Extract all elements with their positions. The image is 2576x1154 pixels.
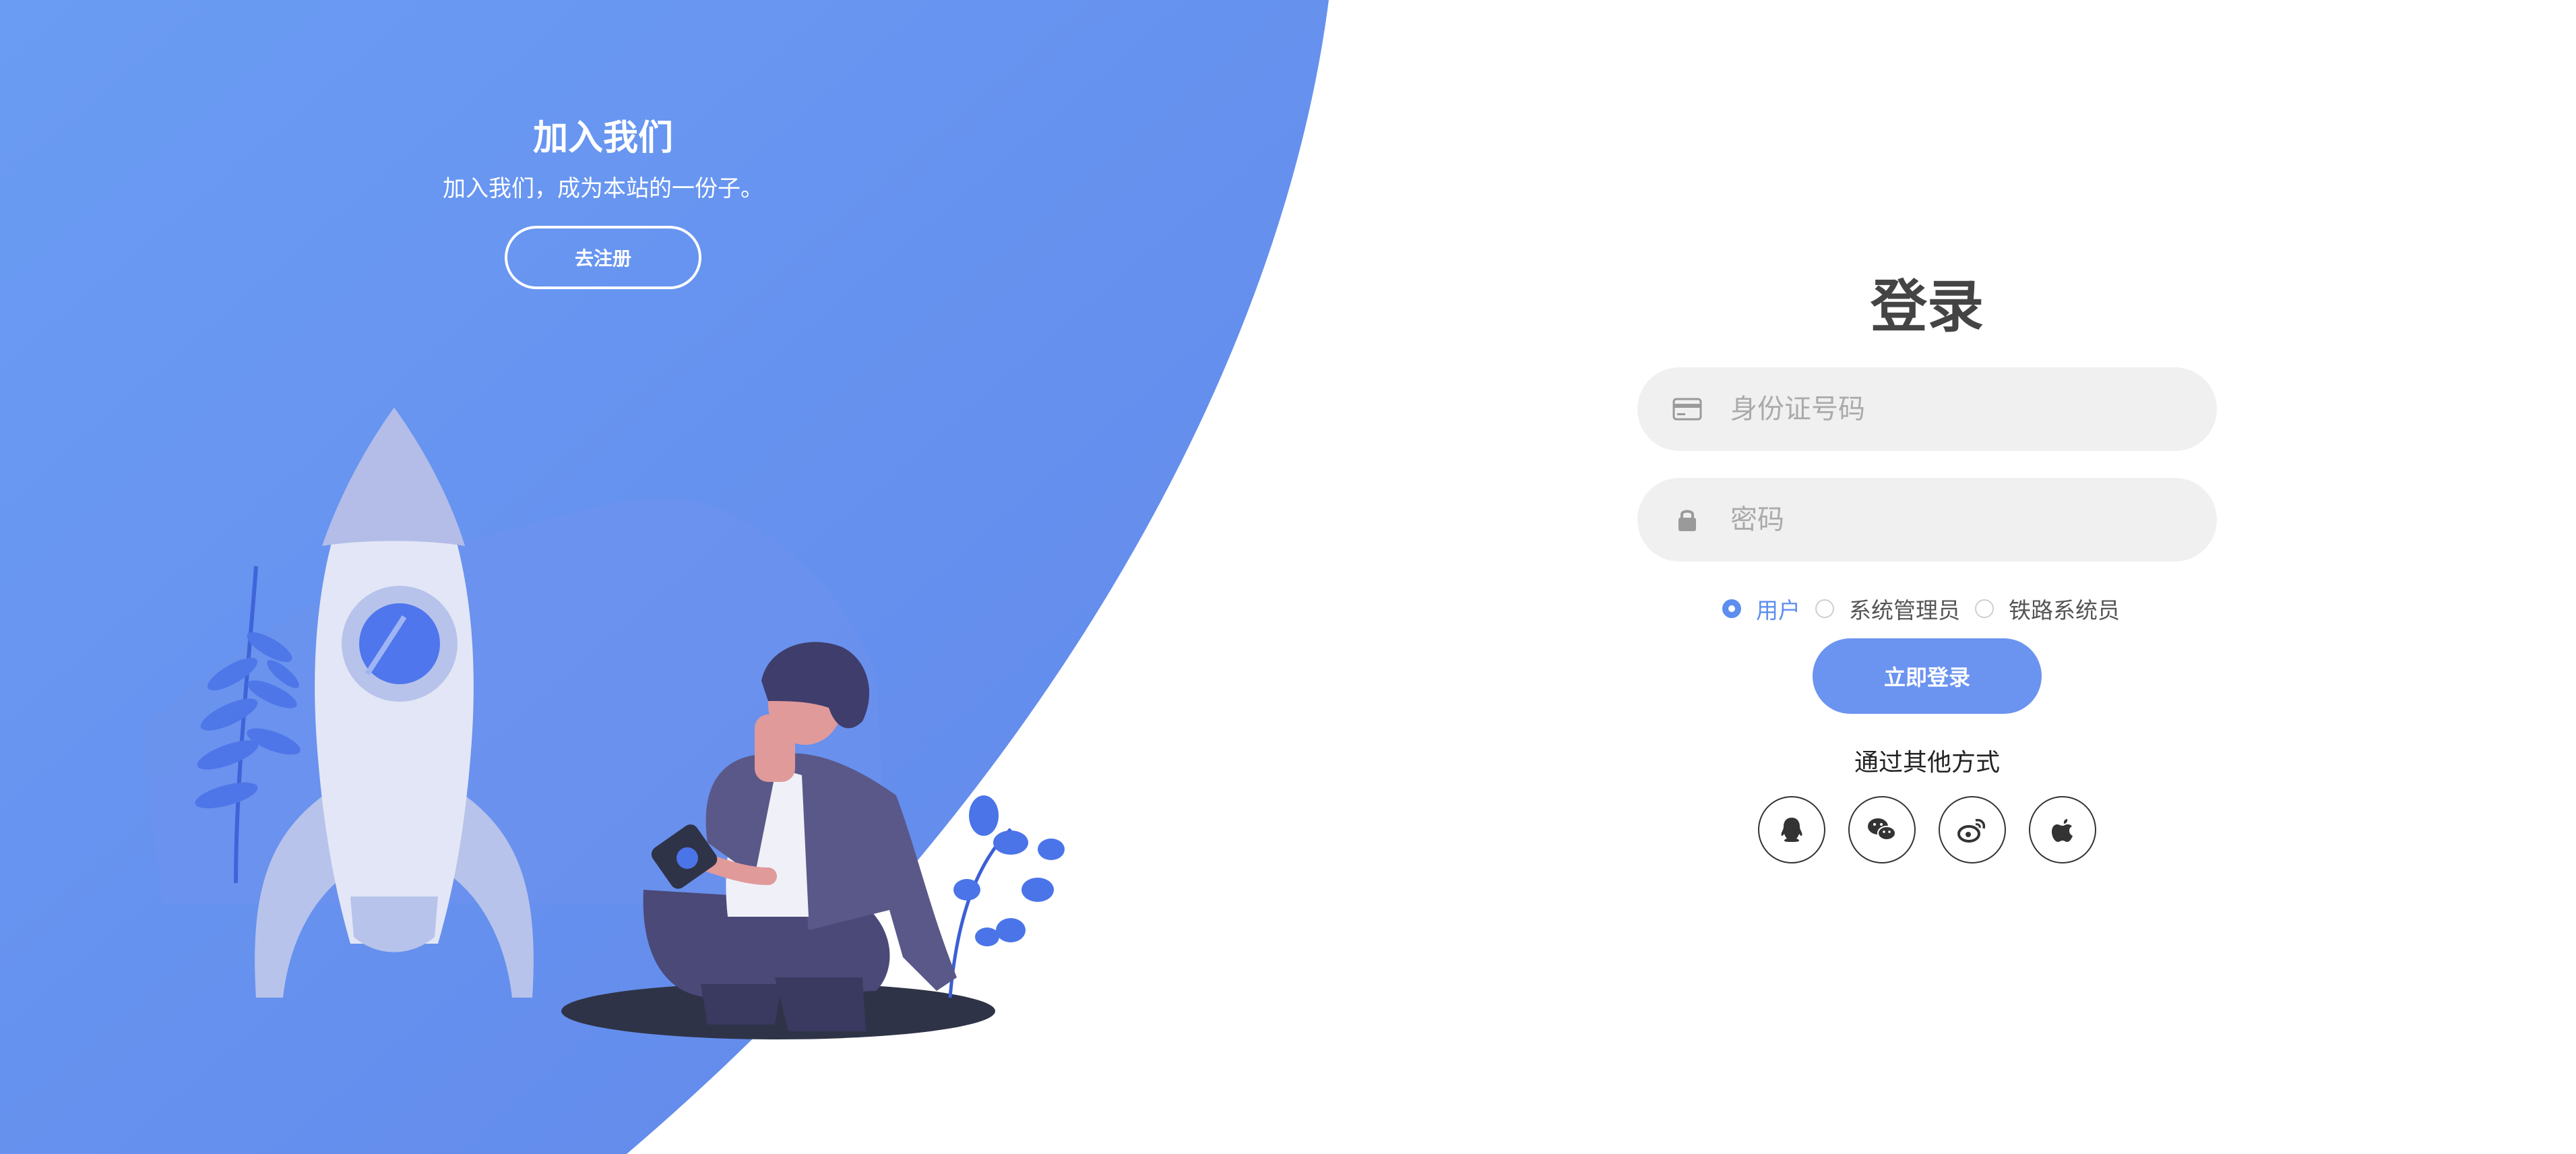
password-input[interactable]: [1729, 477, 2217, 562]
weibo-login-button[interactable]: [1939, 796, 2006, 863]
radio-admin[interactable]: [1815, 599, 1834, 618]
id-card-icon: [1672, 394, 1702, 424]
weibo-icon: [1957, 818, 1986, 843]
role-label-railway: 铁路系统员: [2009, 597, 2120, 624]
role-option-user[interactable]: 用户: [1722, 593, 1813, 625]
apple-icon: [2052, 819, 2073, 842]
role-label-admin: 系统管理员: [1849, 597, 1960, 624]
radio-railway[interactable]: [1975, 599, 1994, 618]
login-form: 登录 用户 系统管理员 铁路系: [1637, 266, 2217, 863]
qq-icon: [1781, 818, 1802, 842]
apple-login-button[interactable]: [2029, 796, 2096, 863]
rocket-illustration: [142, 408, 1065, 1039]
other-methods-title: 通过其他方式: [1854, 749, 2000, 777]
register-button[interactable]: 去注册: [505, 226, 701, 289]
role-option-railway[interactable]: 铁路系统员: [1972, 593, 2132, 625]
role-label-user: 用户: [1756, 597, 1800, 624]
radio-user[interactable]: [1722, 599, 1741, 618]
qq-login-button[interactable]: [1758, 796, 1825, 863]
join-title: 加入我们: [532, 118, 673, 158]
role-selector: 用户 系统管理员 铁路系统员: [1637, 593, 2217, 625]
lock-icon: [1672, 505, 1702, 535]
social-login-group: [1637, 796, 2217, 863]
join-subtitle: 加入我们，成为本站的一份子。: [443, 175, 763, 202]
id-number-field[interactable]: [1637, 367, 2217, 452]
wechat-login-button[interactable]: [1848, 796, 1916, 863]
join-panel: 加入我们 加入我们，成为本站的一份子。 去注册: [377, 111, 829, 289]
login-button[interactable]: 立即登录: [1813, 638, 2042, 714]
role-option-admin[interactable]: 系统管理员: [1813, 593, 1972, 625]
login-title: 登录: [1870, 274, 1984, 340]
password-field[interactable]: [1637, 477, 2217, 562]
id-number-input[interactable]: [1729, 367, 2217, 452]
wechat-icon: [1868, 818, 1896, 841]
